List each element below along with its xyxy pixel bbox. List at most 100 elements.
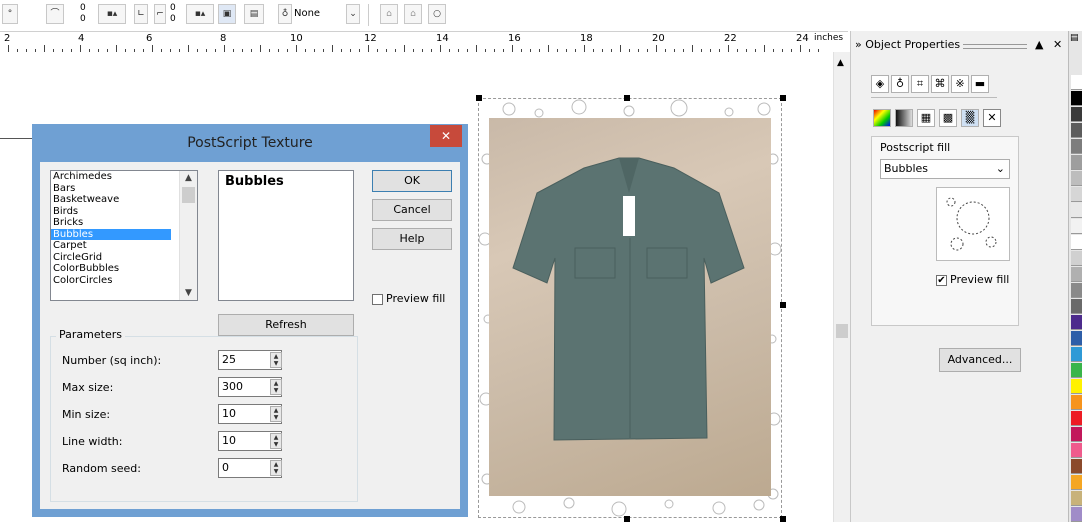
texture-fill-icon[interactable]: ▩ bbox=[939, 109, 957, 127]
selection-handle[interactable] bbox=[780, 302, 786, 308]
color-swatch[interactable] bbox=[1071, 171, 1082, 186]
spinner-icon[interactable]: ▲ ▼ bbox=[270, 379, 282, 395]
canvas-vertical-scrollbar[interactable]: ▲ bbox=[833, 52, 851, 522]
color-swatch[interactable] bbox=[1071, 411, 1082, 426]
to-back-icon[interactable]: ⌂ bbox=[404, 4, 422, 24]
collapse-icon[interactable]: ▲ bbox=[1035, 31, 1043, 59]
stepper-icon-2[interactable]: ▪▴ bbox=[186, 4, 214, 24]
texture-list-item[interactable]: Basketweave bbox=[51, 194, 171, 206]
color-swatch[interactable] bbox=[1071, 299, 1082, 314]
checkbox-box[interactable] bbox=[372, 293, 383, 305]
color-swatch[interactable] bbox=[1071, 187, 1082, 202]
outline-width-select[interactable]: None bbox=[294, 8, 320, 19]
texture-list-item[interactable]: CircleGrid bbox=[51, 252, 171, 264]
texture-list-item[interactable]: ColorCircles bbox=[51, 275, 171, 287]
convert-to-curves-icon[interactable]: ○ bbox=[428, 4, 446, 24]
close-icon[interactable]: ✕ bbox=[1053, 31, 1062, 59]
color-swatch[interactable] bbox=[1071, 459, 1082, 474]
cancel-button[interactable]: Cancel bbox=[372, 199, 452, 221]
ok-button[interactable]: OK bbox=[372, 170, 452, 192]
corner-icon-2[interactable]: ⌐ bbox=[154, 4, 166, 24]
pattern-fill-icon[interactable]: ▦ bbox=[917, 109, 935, 127]
fill-bucket-icon[interactable]: ◈ bbox=[871, 75, 889, 93]
color-swatch[interactable] bbox=[1071, 203, 1082, 218]
color-swatch[interactable] bbox=[1071, 235, 1082, 250]
refresh-button[interactable]: Refresh bbox=[218, 314, 354, 336]
spinner-icon[interactable]: ▲ ▼ bbox=[270, 406, 282, 422]
shirt-photo[interactable] bbox=[489, 118, 771, 496]
docker-preview-fill[interactable]: ✔ Preview fill bbox=[936, 273, 1009, 286]
round-corner-icon[interactable]: ⌒ bbox=[46, 4, 64, 24]
spinner-icon[interactable]: ▲ ▼ bbox=[270, 352, 282, 368]
scroll-up-icon[interactable]: ▲ bbox=[180, 171, 197, 185]
fountain-fill-icon[interactable] bbox=[873, 109, 891, 127]
expand-icon[interactable]: » bbox=[855, 38, 862, 51]
preview-fill-checkbox[interactable]: Preview fill bbox=[372, 292, 445, 305]
color-swatch[interactable] bbox=[1071, 443, 1082, 458]
color-swatch[interactable] bbox=[1071, 267, 1082, 282]
color-swatch[interactable] bbox=[1071, 91, 1082, 106]
selection-handle[interactable] bbox=[624, 95, 630, 101]
uniform-fill-icon[interactable] bbox=[895, 109, 913, 127]
palette-menu-icon[interactable]: ▤ bbox=[1070, 33, 1079, 43]
selection-handle[interactable] bbox=[780, 516, 786, 522]
advanced-button[interactable]: Advanced... bbox=[939, 348, 1021, 372]
no-fill-icon[interactable]: ✕ bbox=[983, 109, 1001, 127]
texture-list-item[interactable]: Archimedes bbox=[51, 171, 171, 183]
color-swatch[interactable] bbox=[1071, 123, 1082, 138]
color-swatch[interactable] bbox=[1071, 491, 1082, 506]
checkbox-checked[interactable]: ✔ bbox=[936, 274, 947, 286]
texture-list[interactable]: Archimedes Bars Basketweave Birds Bricks Bubb… bbox=[50, 170, 198, 301]
scroll-down-icon[interactable]: ▼ bbox=[180, 286, 197, 300]
texture-list-item[interactable]: Bubbles bbox=[51, 228, 171, 240]
color-swatch[interactable] bbox=[1071, 107, 1082, 122]
color-swatch[interactable] bbox=[1071, 363, 1082, 378]
color-swatch[interactable] bbox=[1071, 251, 1082, 266]
close-icon[interactable]: ✕ bbox=[430, 125, 462, 147]
scroll-thumb[interactable] bbox=[836, 324, 848, 338]
selection-handle[interactable] bbox=[624, 516, 630, 522]
help-button[interactable]: Help bbox=[372, 228, 452, 250]
color-swatch[interactable] bbox=[1071, 395, 1082, 410]
dropdown-arrow-icon[interactable]: ⌄ bbox=[346, 4, 360, 24]
color-swatch[interactable] bbox=[1071, 475, 1082, 490]
scroll-up-icon[interactable]: ▲ bbox=[837, 58, 844, 68]
chevron-down-icon[interactable]: ⌄ bbox=[996, 160, 1005, 178]
pen-icon[interactable]: ♁ bbox=[278, 4, 292, 24]
texture-list-item[interactable]: Carpet bbox=[51, 240, 171, 252]
selection-handle[interactable] bbox=[780, 95, 786, 101]
corner-icon[interactable]: ° bbox=[2, 4, 18, 24]
color-swatch[interactable] bbox=[1071, 283, 1082, 298]
offset-x-field[interactable]: 00 bbox=[80, 3, 86, 25]
rectangle-icon[interactable]: ▬ bbox=[971, 75, 989, 93]
postscript-fill-icon[interactable]: ▒ bbox=[961, 109, 979, 127]
color-swatch[interactable] bbox=[1071, 219, 1082, 234]
color-swatch[interactable] bbox=[1071, 331, 1082, 346]
color-swatch[interactable] bbox=[1071, 315, 1082, 330]
outline-pen-icon[interactable]: ♁ bbox=[891, 75, 909, 93]
fill-type-select[interactable]: Bubbles ⌄ bbox=[880, 159, 1010, 179]
texture-list-item[interactable]: Birds bbox=[51, 206, 171, 218]
scale-corners-icon[interactable]: ▣ bbox=[218, 4, 236, 24]
corner-scale-icon[interactable]: ∟ bbox=[134, 4, 148, 24]
wrap-text-icon[interactable]: ▤ bbox=[244, 4, 264, 24]
color-swatch[interactable] bbox=[1071, 427, 1082, 442]
color-swatch[interactable] bbox=[1071, 507, 1082, 522]
to-front-icon[interactable]: ⌂ bbox=[380, 4, 398, 24]
texture-list-item[interactable]: Bricks bbox=[51, 217, 171, 229]
list-scrollbar[interactable]: ▲ ▼ bbox=[179, 171, 197, 300]
scroll-thumb[interactable] bbox=[182, 187, 195, 203]
color-swatch[interactable] bbox=[1071, 379, 1082, 394]
stepper-icon[interactable]: ▪▴ bbox=[98, 4, 126, 24]
color-swatch[interactable] bbox=[1071, 155, 1082, 170]
offset2-field[interactable]: 00 bbox=[170, 3, 176, 25]
color-swatch[interactable] bbox=[1071, 75, 1082, 90]
frame-text-icon[interactable]: ⌘ bbox=[931, 75, 949, 93]
color-swatch[interactable] bbox=[1071, 347, 1082, 362]
color-swatch[interactable] bbox=[1071, 139, 1082, 154]
texture-list-item[interactable]: ColorBubbles bbox=[51, 263, 171, 275]
frame-icon[interactable]: ⌗ bbox=[911, 75, 929, 93]
spinner-icon[interactable]: ▲ ▼ bbox=[270, 460, 282, 476]
spinner-icon[interactable]: ▲ ▼ bbox=[270, 433, 282, 449]
texture-list-item[interactable]: Bars bbox=[51, 183, 171, 195]
